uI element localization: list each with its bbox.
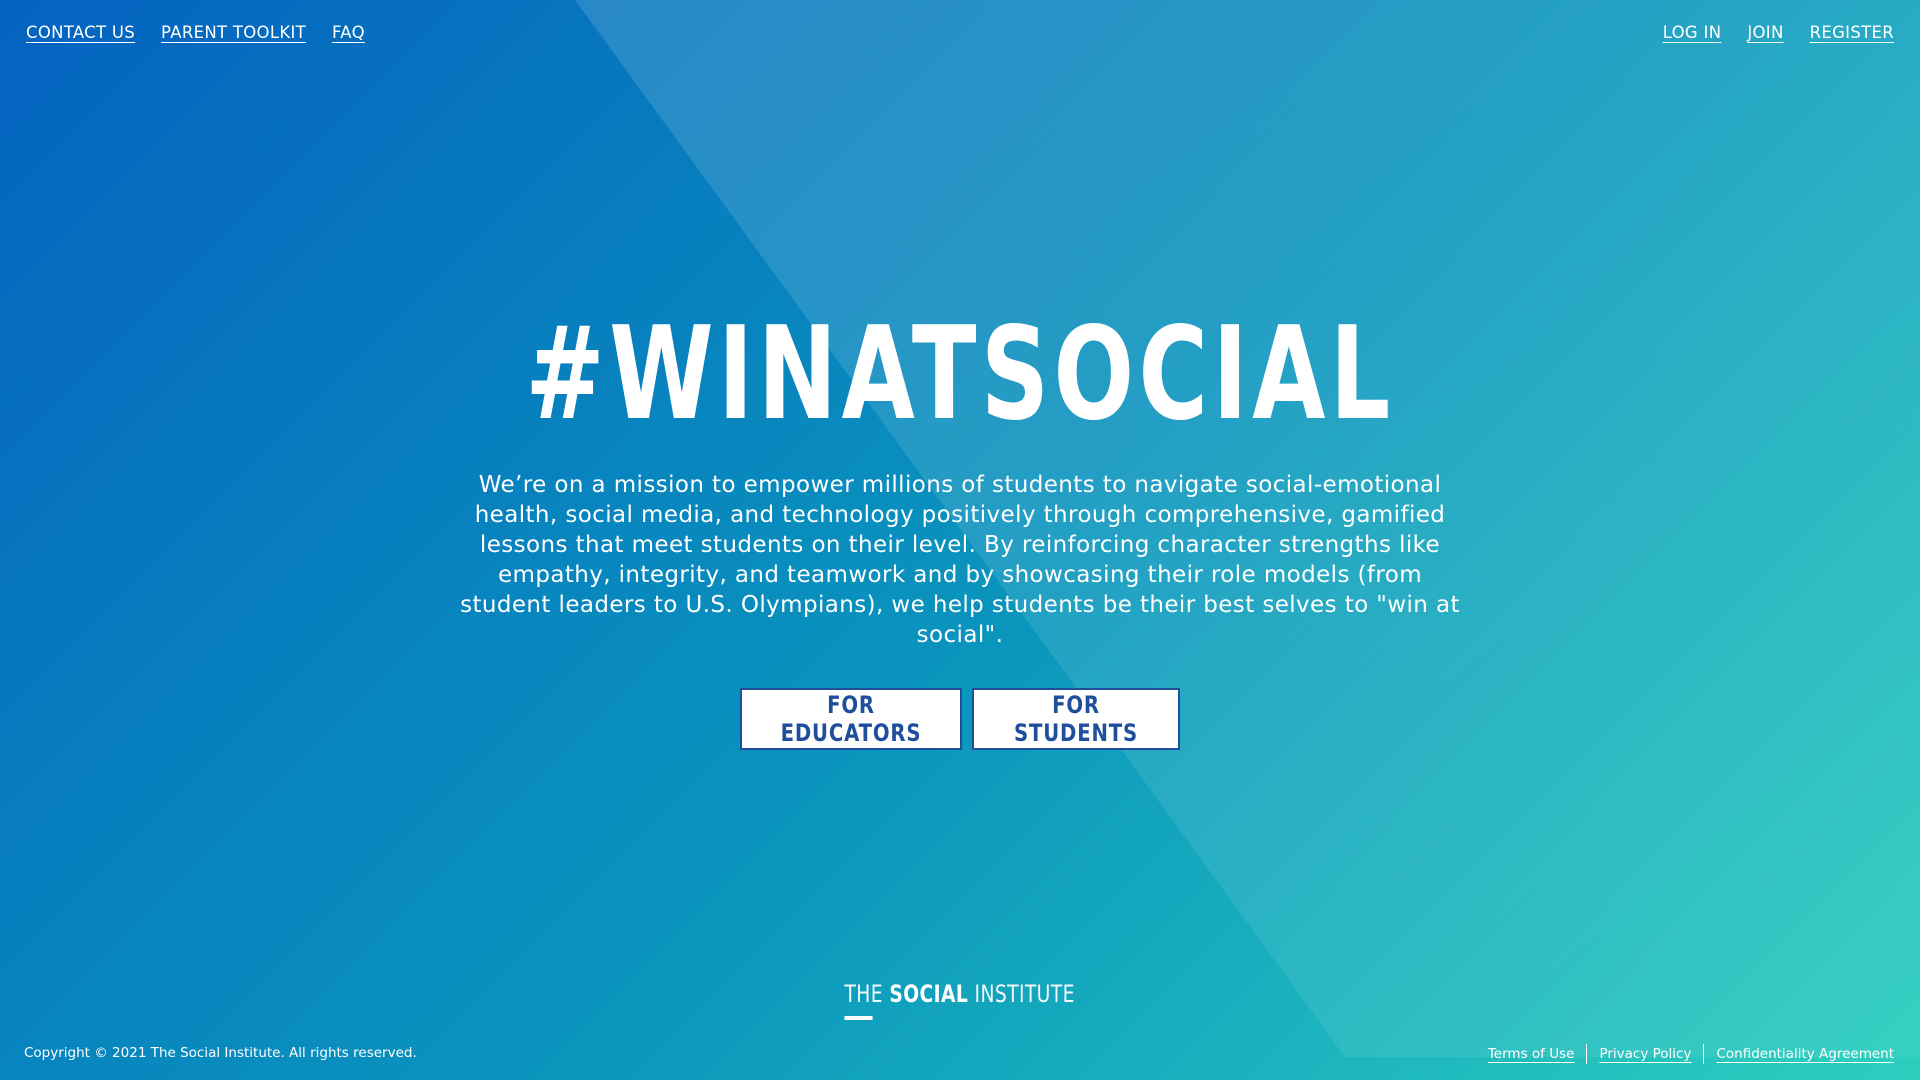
logo-social: SOCIAL [889,980,969,1008]
for-students-label: FOR STUDENTS [1014,691,1138,747]
top-nav-right: LOG IN JOIN REGISTER [1663,23,1894,42]
logo-wordmark: THE SOCIAL INSTITUTE [844,980,1076,1020]
for-students-button[interactable]: FOR STUDENTS [972,688,1180,750]
for-educators-button[interactable]: FOR EDUCATORS [740,688,962,750]
top-navigation: CONTACT US PARENT TOOLKIT FAQ LOG IN JOI… [26,20,1894,44]
parent-toolkit-link[interactable]: PARENT TOOLKIT [161,23,306,42]
top-nav-left: CONTACT US PARENT TOOLKIT FAQ [26,23,365,42]
copyright-text: Copyright © 2021 The Social Institute. A… [24,1045,417,1061]
logo-institute: INSTITUTE [968,980,1076,1008]
faq-link[interactable]: FAQ [332,23,365,42]
for-educators-label: FOR EDUCATORS [780,691,922,747]
privacy-policy-link[interactable]: Privacy Policy [1599,1046,1691,1062]
cta-button-group: FOR EDUCATORS FOR STUDENTS [0,688,1920,750]
the-social-institute-logo[interactable]: THE SOCIAL INSTITUTE [0,980,1920,1020]
hero-title: #WINATSOCIAL [525,300,1395,449]
legal-links: Terms of Use Privacy Policy Confidential… [1488,1044,1894,1064]
log-in-link[interactable]: LOG IN [1663,23,1722,42]
legal-divider [1703,1044,1705,1064]
contact-us-link[interactable]: CONTACT US [26,23,135,42]
hero-section: #WINATSOCIAL We’re on a mission to empow… [0,305,1920,750]
hero-mission-text: We’re on a mission to empower millions o… [460,472,1460,648]
join-link[interactable]: JOIN [1747,23,1783,42]
register-link[interactable]: REGISTER [1810,23,1894,42]
logo-the: THE [844,980,890,1008]
confidentiality-agreement-link[interactable]: Confidentiality Agreement [1716,1046,1894,1062]
legal-divider [1586,1044,1588,1064]
terms-of-use-link[interactable]: Terms of Use [1488,1046,1575,1062]
logo-underline-bar [844,1016,873,1020]
